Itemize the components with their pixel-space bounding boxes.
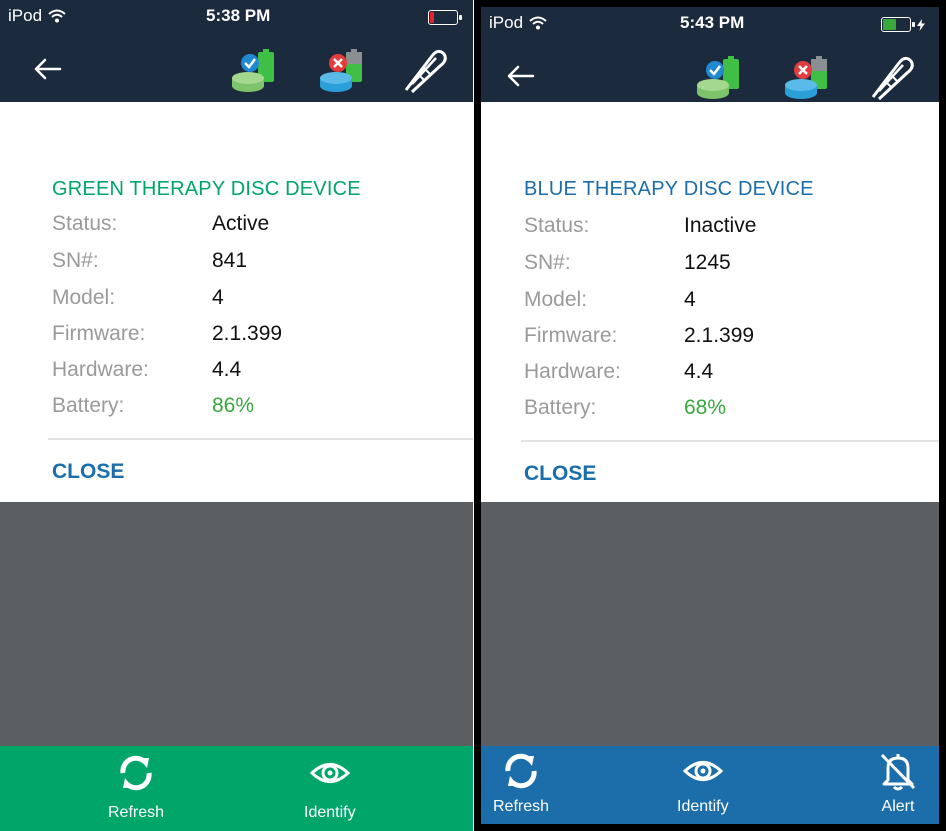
field-label: Model:: [52, 286, 116, 309]
carrier-label: iPod: [8, 6, 43, 25]
status-time: 5:43 PM: [680, 13, 745, 32]
model-row: Model: 4: [524, 288, 696, 312]
field-value: 2.1.399: [684, 324, 755, 347]
green-disc-battery-check-icon[interactable]: [693, 53, 745, 101]
back-arrow-icon[interactable]: [503, 61, 539, 91]
field-label: Battery:: [52, 394, 125, 417]
field-label: SN#:: [524, 251, 571, 274]
close-button[interactable]: CLOSE: [52, 460, 124, 484]
eye-icon: [309, 763, 350, 783]
nav-bar: [0, 36, 473, 102]
field-label: Model:: [524, 288, 588, 311]
field-label: Status:: [52, 212, 118, 235]
refresh-label: Refresh: [493, 798, 550, 815]
battery-value: 68%: [684, 396, 727, 419]
model-row: Model: 4: [52, 286, 224, 310]
status-row: Status: Inactive: [524, 214, 756, 238]
hardware-row: Hardware: 4.4: [524, 360, 713, 384]
back-arrow-icon[interactable]: [30, 54, 66, 84]
field-label: Battery:: [524, 396, 597, 419]
hardware-row: Hardware: 4.4: [52, 358, 241, 382]
alert-label: Alert: [881, 798, 915, 815]
device-title: BLUE THERAPY DISC DEVICE: [524, 178, 814, 200]
alert-button[interactable]: Alert: [877, 750, 919, 816]
wifi-icon: [529, 16, 547, 30]
carrier: iPod: [489, 13, 547, 33]
green-disc-battery-check-icon[interactable]: [228, 46, 280, 94]
bottom-toolbar: Refresh Identify Alert: [481, 746, 939, 824]
field-value: 4: [684, 288, 696, 311]
battery-charging-icon: [881, 17, 915, 32]
status-bar: iPod 5:38 PM: [0, 0, 473, 36]
field-label: Firmware:: [52, 322, 146, 345]
status-time: 5:38 PM: [206, 6, 271, 25]
refresh-icon: [505, 753, 537, 789]
bell-off-icon: [880, 753, 916, 791]
field-value: Active: [212, 212, 270, 235]
carrier: iPod: [8, 6, 66, 26]
field-value: 1245: [684, 251, 731, 274]
refresh-button[interactable]: Refresh: [493, 750, 549, 816]
modal-overlay: [0, 502, 473, 746]
identify-button[interactable]: Identify: [677, 750, 729, 816]
eye-icon: [682, 761, 723, 781]
battery-value: 86%: [212, 394, 255, 417]
blue-disc-battery-x-icon[interactable]: [781, 53, 833, 101]
divider: [521, 440, 939, 442]
wifi-icon: [48, 9, 66, 23]
status-row: Status: Active: [52, 212, 269, 236]
device-title: GREEN THERAPY DISC DEVICE: [52, 178, 361, 200]
tweezers-icon[interactable]: [402, 44, 448, 94]
firmware-row: Firmware: 2.1.399: [52, 322, 282, 346]
refresh-button[interactable]: Refresh: [108, 752, 164, 822]
carrier-label: iPod: [489, 13, 524, 32]
battery-row: Battery: 68%: [524, 396, 726, 420]
field-label: Firmware:: [524, 324, 618, 347]
identify-label: Identify: [304, 804, 356, 821]
field-label: Hardware:: [52, 358, 149, 381]
field-value: 4.4: [684, 360, 714, 383]
nav-bar: [481, 43, 939, 109]
refresh-icon: [120, 755, 152, 791]
field-label: Hardware:: [524, 360, 621, 383]
field-value: 2.1.399: [212, 322, 283, 345]
field-value: Inactive: [684, 214, 757, 237]
identify-button[interactable]: Identify: [304, 752, 356, 822]
device-info-card: BLUE THERAPY DISC DEVICE Status: Inactiv…: [481, 102, 939, 502]
status-bar: iPod 5:43 PM: [481, 7, 939, 43]
serial-row: SN#: 1245: [524, 251, 731, 275]
battery-row: Battery: 86%: [52, 394, 254, 418]
field-label: SN#:: [52, 249, 99, 272]
refresh-label: Refresh: [108, 804, 165, 821]
firmware-row: Firmware: 2.1.399: [524, 324, 754, 348]
field-value: 4: [212, 286, 224, 309]
field-label: Status:: [524, 214, 590, 237]
close-button[interactable]: CLOSE: [524, 462, 596, 486]
phone-screen-green-device: iPod 5:38 PM GREEN THERAPY DISC DEVICE S…: [0, 0, 473, 831]
serial-row: SN#: 841: [52, 249, 247, 273]
charging-bolt-icon: [917, 19, 925, 31]
divider: [48, 438, 473, 440]
identify-label: Identify: [677, 798, 729, 815]
field-value: 841: [212, 249, 248, 272]
device-info-card: GREEN THERAPY DISC DEVICE Status: Active…: [0, 102, 473, 502]
bottom-toolbar: Refresh Identify: [0, 746, 473, 831]
phone-screen-blue-device: iPod 5:43 PM BLUE THERAPY DISC DEVICE St…: [474, 0, 946, 831]
battery-low-icon: [428, 10, 462, 25]
tweezers-icon[interactable]: [869, 51, 915, 101]
field-value: 4.4: [212, 358, 242, 381]
modal-overlay: [481, 502, 939, 746]
blue-disc-battery-x-icon[interactable]: [316, 46, 368, 94]
